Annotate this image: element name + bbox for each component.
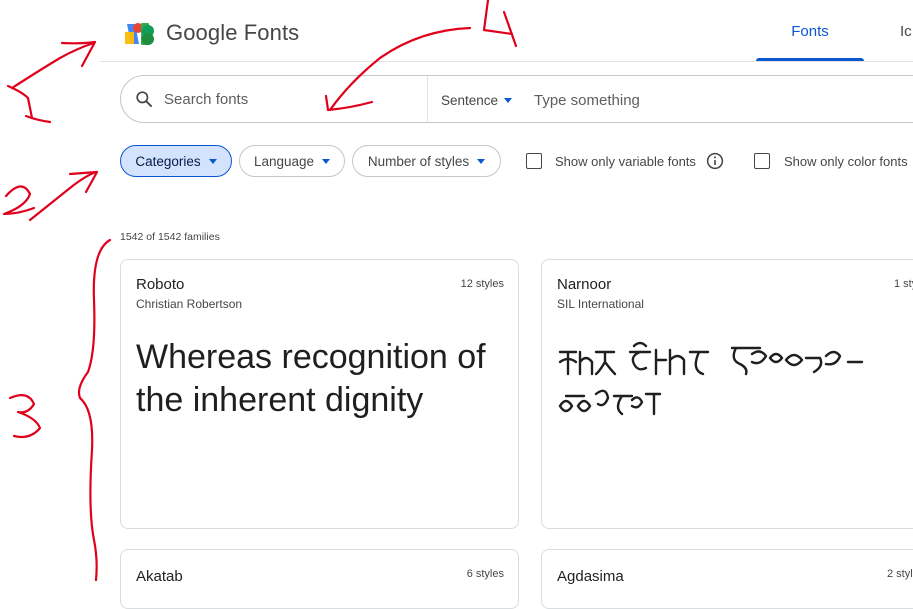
variable-fonts-label[interactable]: Show only variable fonts	[555, 154, 696, 169]
search-divider	[427, 76, 428, 122]
annotation-bracket-3	[77, 238, 112, 582]
annotation-arrow-2	[28, 170, 98, 222]
annotation-arrow-1	[10, 41, 96, 90]
chip-label: Language	[253, 153, 315, 169]
annotation-number-3	[8, 393, 42, 439]
caret-down-icon	[322, 158, 331, 164]
font-name: Akatab	[136, 568, 183, 585]
info-icon[interactable]	[706, 152, 724, 170]
annotation-number-4	[482, 0, 518, 48]
chip-label: Number of styles	[367, 153, 470, 169]
font-card-narnoor[interactable]: Narnoor SIL International 1 sty	[541, 259, 913, 529]
styles-count: 2 styl	[887, 568, 913, 580]
styles-count: 1 sty	[894, 278, 913, 290]
font-card-akatab[interactable]: Akatab 6 styles	[120, 549, 519, 609]
font-name: Roboto	[136, 276, 185, 293]
font-name: Agdasima	[557, 568, 624, 585]
font-designer: Christian Robertson	[136, 297, 243, 311]
font-sample-text: Whereas recognition of the inherent dign…	[136, 338, 486, 419]
categories-filter-chip[interactable]: Categories	[120, 145, 232, 177]
annotation-number-1	[6, 84, 52, 124]
gunjala-gondi-script-sample	[558, 341, 864, 416]
font-designer: SIL International	[557, 297, 644, 311]
header-divider	[100, 61, 913, 62]
search-icon	[136, 91, 152, 108]
font-card-roboto[interactable]: Roboto Christian Robertson 12 styles Whe…	[120, 259, 519, 529]
styles-count: 12 styles	[460, 278, 504, 290]
google-fonts-logo-icon[interactable]	[125, 22, 155, 46]
variable-fonts-checkbox[interactable]	[526, 153, 542, 169]
caret-down-icon	[504, 97, 513, 103]
caret-down-icon	[477, 158, 486, 164]
annotation-number-2	[2, 185, 36, 216]
language-filter-chip[interactable]: Language	[239, 145, 345, 177]
tab-icons[interactable]: Ic	[900, 0, 912, 62]
family-count: 1542 of 1542 families	[120, 231, 220, 243]
chip-label: Categories	[135, 153, 201, 169]
search-input[interactable]	[164, 84, 414, 114]
font-card-agdasima[interactable]: Agdasima 2 styl	[541, 549, 913, 609]
color-fonts-label[interactable]: Show only color fonts	[784, 154, 908, 169]
preview-mode-dropdown[interactable]: Sentence	[441, 88, 513, 112]
number-of-styles-filter-chip[interactable]: Number of styles	[352, 145, 501, 177]
caret-down-icon	[208, 158, 217, 164]
brand-title[interactable]: Google Fonts	[166, 20, 299, 46]
color-fonts-checkbox[interactable]	[754, 153, 770, 169]
styles-count: 6 styles	[466, 568, 504, 580]
preview-text-input[interactable]	[534, 85, 834, 115]
font-name: Narnoor	[557, 276, 612, 293]
preview-mode-label: Sentence	[441, 92, 499, 108]
tab-fonts[interactable]: Fonts	[756, 0, 864, 62]
